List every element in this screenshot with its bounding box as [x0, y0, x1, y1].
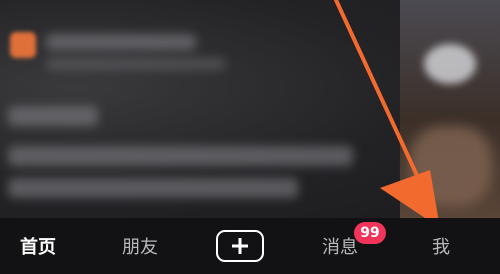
blurred-meta	[46, 58, 226, 70]
add-button[interactable]	[213, 218, 267, 274]
blurred-text	[8, 106, 98, 126]
video-feed[interactable]	[0, 0, 500, 218]
add-button-frame	[216, 230, 264, 262]
messages-badge: 99	[354, 222, 386, 244]
plus-icon	[232, 238, 248, 254]
blurred-text	[8, 146, 353, 166]
blurred-image	[424, 44, 476, 84]
tab-home[interactable]: 首页	[10, 218, 66, 274]
blurred-username	[46, 34, 196, 50]
bottom-tab-bar: 首页 朋友 消息 我	[0, 218, 500, 274]
avatar	[10, 32, 36, 58]
tab-friends[interactable]: 朋友	[112, 218, 168, 274]
blurred-image	[410, 126, 492, 206]
blurred-text	[8, 178, 298, 198]
tab-me[interactable]: 我	[416, 218, 466, 274]
